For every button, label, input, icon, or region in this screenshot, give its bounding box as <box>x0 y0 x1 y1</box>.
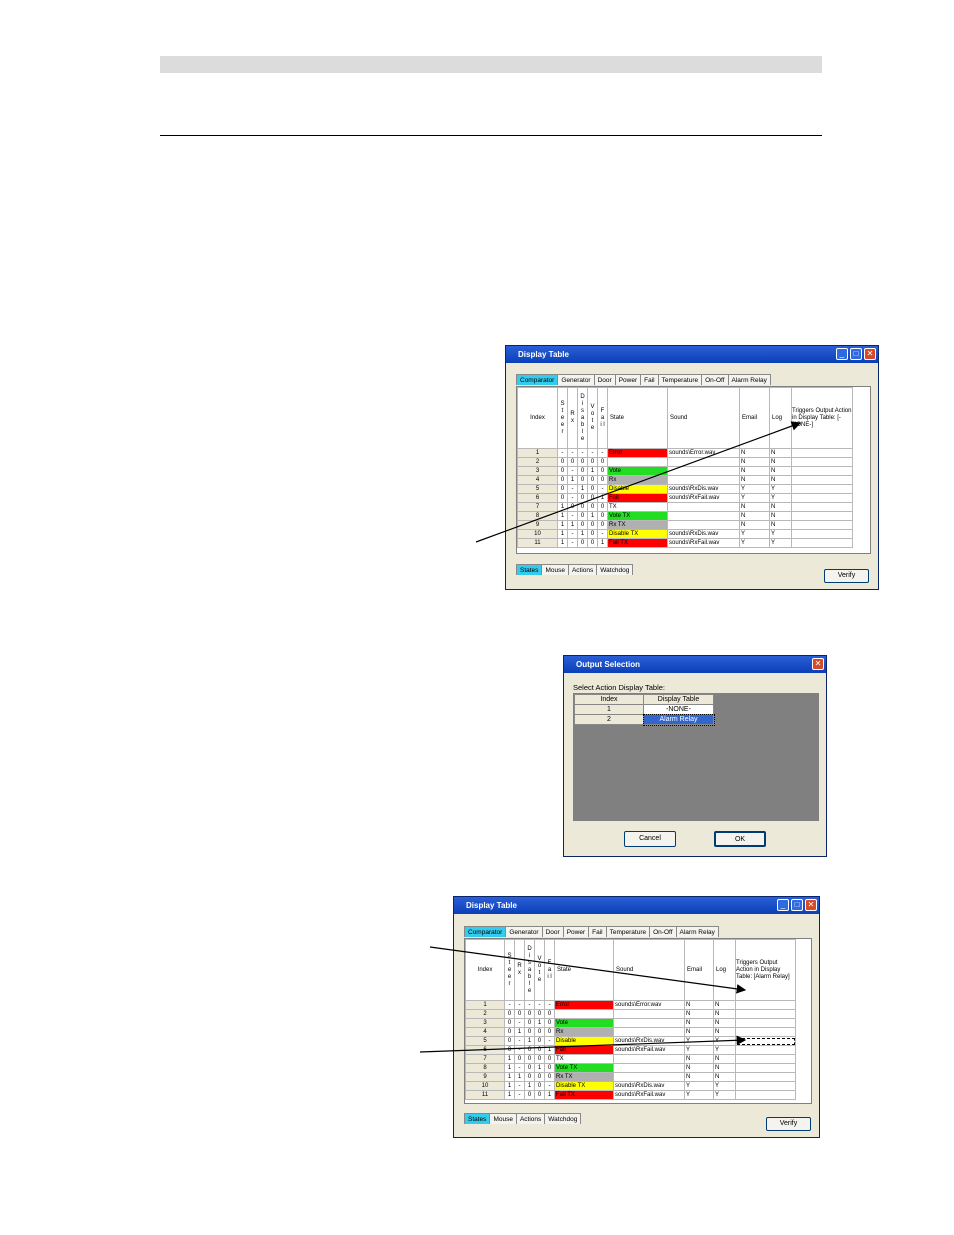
callout-arrow-1 <box>475 421 802 543</box>
callout-arrows <box>419 421 802 1053</box>
callout-arrow-3 <box>419 1035 747 1053</box>
callout-arrow-2 <box>429 946 747 994</box>
